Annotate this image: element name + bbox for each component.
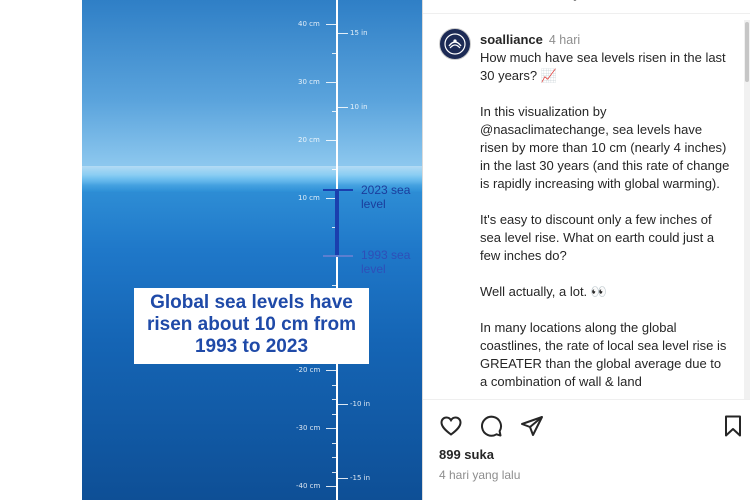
ruler-label-cm: -30 cm — [296, 424, 321, 432]
alliance-logo-icon — [444, 33, 466, 55]
caption-paragraph: In this visualization by @nasaclimatecha… — [480, 104, 730, 191]
ruler-minor-tick — [332, 385, 338, 386]
share-icon — [521, 416, 543, 436]
post-header-strip: • — [423, 0, 750, 14]
ruler-label-cm: 40 cm — [298, 20, 320, 28]
action-separator — [423, 399, 750, 400]
ruler-tick — [338, 404, 348, 405]
sea-level-2023-label: 2023 sea level — [361, 183, 411, 211]
ruler-minor-tick — [332, 472, 338, 473]
ruler-tick — [326, 428, 336, 429]
ruler-tick — [338, 478, 348, 479]
left-backdrop — [0, 0, 82, 500]
ruler-minor-tick — [332, 169, 338, 170]
caption-paragraph: In many locations along the global coast… — [480, 320, 727, 389]
ruler-tick — [326, 140, 336, 141]
ruler-tick — [338, 107, 348, 108]
share-button[interactable] — [519, 413, 545, 439]
ruler-label-cm: 10 cm — [298, 194, 320, 202]
panel-divider — [422, 0, 423, 500]
comment-button[interactable] — [478, 413, 504, 439]
sea-level-2023-marker — [323, 189, 353, 191]
ruler-minor-tick — [332, 443, 338, 444]
ruler-minor-tick — [332, 53, 338, 54]
ruler-label-cm: -20 cm — [296, 366, 321, 374]
sea-level-1993-marker — [323, 255, 353, 257]
caption-line: 1993 to 2023 — [194, 336, 309, 357]
sea-level-1993-label: 1993 sea level — [361, 248, 411, 276]
more-options-icon[interactable]: • — [573, 0, 577, 6]
post-timestamp: 4 hari yang lalu — [439, 468, 521, 482]
scrollbar-thumb[interactable] — [745, 22, 749, 82]
post-caption: soalliance 4 hari How much have sea level… — [480, 31, 730, 399]
like-button[interactable] — [438, 413, 464, 439]
caption-line: Global sea levels have — [150, 292, 353, 313]
ruler-label-in: -15 in — [350, 474, 371, 482]
ruler-label-cm: -40 cm — [296, 482, 321, 490]
ruler-tick — [326, 370, 336, 371]
caption-paragraph: Well actually, a lot. 👀 — [480, 284, 607, 299]
comment-icon — [481, 415, 503, 437]
instagram-post-window: 40 cm 30 cm 20 cm 10 cm -20 cm -30 cm -4… — [0, 0, 750, 500]
post-time[interactable]: 4 hari — [549, 33, 580, 47]
save-button[interactable] — [720, 413, 746, 439]
username[interactable]: soalliance — [480, 32, 543, 47]
ruler-label-in: -10 in — [350, 400, 371, 408]
ruler-minor-tick — [332, 414, 338, 415]
bookmark-icon — [725, 415, 741, 437]
ruler-label-cm: 20 cm — [298, 136, 320, 144]
ruler-label-in: 15 in — [350, 29, 368, 37]
post-media[interactable]: 40 cm 30 cm 20 cm 10 cm -20 cm -30 cm -4… — [82, 0, 422, 500]
media-caption: Global sea levels have risen about 10 cm… — [134, 288, 369, 364]
ruler-minor-tick — [332, 111, 338, 112]
ruler-tick — [326, 24, 336, 25]
ruler-label-in: 10 in — [350, 103, 368, 111]
caption-line: risen about 10 cm from — [146, 314, 357, 335]
ruler-tick — [338, 33, 348, 34]
sea-level-rise-bar — [335, 189, 339, 255]
ruler-minor-tick — [332, 457, 338, 458]
caption-paragraph: How much have sea levels risen in the la… — [480, 50, 726, 83]
like-count[interactable]: 899 suka — [439, 447, 494, 462]
ruler-minor-tick — [332, 285, 338, 286]
ruler-minor-tick — [332, 399, 338, 400]
avatar[interactable] — [439, 28, 471, 60]
caption-scroll-area[interactable]: soalliance 4 hari How much have sea level… — [480, 31, 742, 399]
ruler-tick — [326, 82, 336, 83]
caption-paragraph: It's easy to discount only a few inches … — [480, 212, 715, 263]
ruler-tick — [326, 486, 336, 487]
ruler-label-cm: 30 cm — [298, 78, 320, 86]
heart-icon — [440, 416, 462, 436]
